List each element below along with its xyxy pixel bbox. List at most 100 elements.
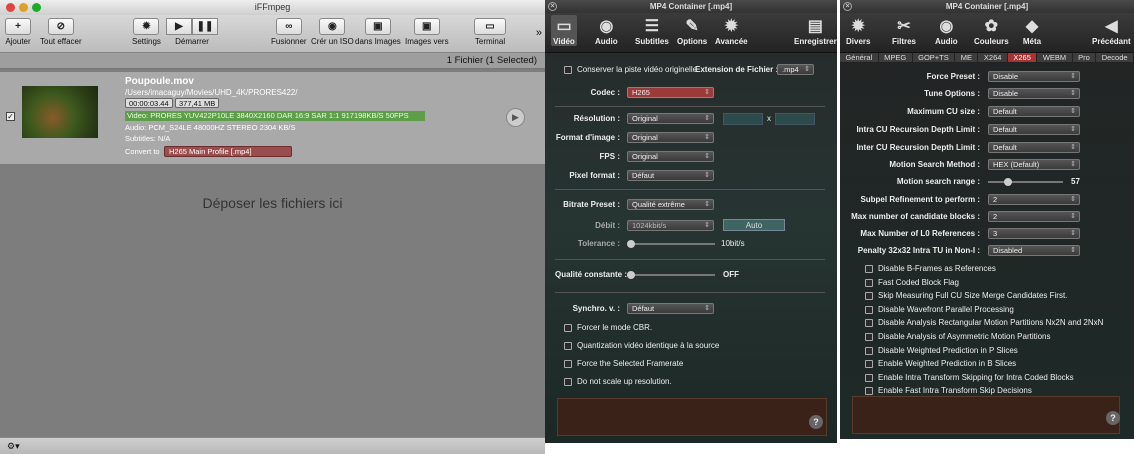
- x265-option-label: Fast Coded Block Flag: [878, 277, 959, 287]
- fps-select[interactable]: Original: [627, 151, 714, 162]
- sync-select[interactable]: Défaut: [627, 303, 714, 314]
- debit-select[interactable]: 1024kbit/s: [627, 220, 714, 231]
- x265-option-checkbox[interactable]: [865, 305, 873, 314]
- help-button[interactable]: ?: [1106, 411, 1120, 425]
- convert-to-select[interactable]: H265 Main Profile [.mp4]: [164, 146, 292, 157]
- no-upscale-checkbox[interactable]: [564, 378, 572, 386]
- zoom-window-button[interactable]: [32, 3, 41, 12]
- tab-colors[interactable]: ✿ Couleurs: [974, 15, 1009, 46]
- terminal-button[interactable]: ▭ Terminal: [474, 15, 506, 46]
- action-gear-button[interactable]: ⚙▾: [0, 437, 545, 454]
- x265-option-checkbox[interactable]: [865, 333, 873, 341]
- tab-audio-label: Audio: [935, 37, 958, 46]
- tab-misc[interactable]: ✹ Divers: [846, 15, 870, 46]
- x265-option-checkbox[interactable]: [865, 319, 873, 328]
- convert-to-label: Convert to: [125, 147, 160, 156]
- tab-meta[interactable]: ◆ Méta: [1021, 15, 1043, 46]
- bitrate-preset-select[interactable]: Qualité extrême: [627, 199, 714, 210]
- close-window-button[interactable]: [6, 3, 15, 12]
- codec-tab-bar: Général MPEG GOP+TS ME X264 X265 WEBM Pr…: [840, 53, 1134, 63]
- divider: [555, 259, 825, 260]
- tab-general[interactable]: Général: [840, 53, 879, 62]
- main-toolbar: + Ajouter ⊘ Tout effacer ✹ Settings ▶ ❚❚…: [0, 15, 545, 53]
- tab-audio[interactable]: ◉ Audio: [935, 15, 958, 46]
- codec-select[interactable]: H265: [627, 87, 714, 98]
- x265-option-checkbox[interactable]: [865, 346, 873, 355]
- subpel-select[interactable]: 2: [988, 194, 1080, 205]
- slider-knob[interactable]: [627, 271, 635, 279]
- previous-button[interactable]: ◀ Précédant: [1092, 15, 1131, 46]
- tab-subtitles[interactable]: ☰ Subtitles: [635, 15, 669, 46]
- minimize-window-button[interactable]: [19, 3, 28, 12]
- x265-option-checkbox[interactable]: [865, 387, 873, 396]
- merge-button[interactable]: ∞ Fusionner: [271, 15, 307, 46]
- penalty-intra-tu-select[interactable]: Disabled: [988, 245, 1080, 256]
- file-checkbox[interactable]: ✓: [6, 112, 15, 121]
- x265-option-checkbox[interactable]: [865, 373, 873, 382]
- tab-webm[interactable]: WEBM: [1037, 53, 1073, 62]
- clear-all-button[interactable]: ⊘ Tout effacer: [40, 15, 82, 46]
- force-framerate-checkbox[interactable]: [564, 360, 572, 368]
- slider-knob[interactable]: [1004, 178, 1012, 186]
- tab-filters[interactable]: ✂ Filtres: [892, 15, 916, 46]
- tab-video[interactable]: ▭ Vidéo: [551, 15, 577, 46]
- close-icon[interactable]: ×: [548, 2, 557, 11]
- same-quant-checkbox[interactable]: [564, 342, 572, 350]
- create-iso-button[interactable]: ◉ Crér un ISO: [311, 15, 354, 46]
- intra-cu-depth-select[interactable]: Default: [988, 124, 1080, 135]
- tab-me[interactable]: ME: [955, 53, 979, 62]
- add-button[interactable]: + Ajouter: [5, 15, 31, 46]
- max-l0-references-select[interactable]: 3: [988, 228, 1080, 239]
- force-preset-select[interactable]: Disable: [988, 71, 1080, 82]
- motion-search-method-select[interactable]: HEX (Default): [988, 159, 1080, 170]
- extension-select[interactable]: .mp4: [777, 64, 814, 75]
- toolbar-overflow-icon[interactable]: »: [536, 27, 542, 39]
- tab-filters-label: Filtres: [892, 37, 917, 46]
- pixel-format-select[interactable]: Défaut: [627, 170, 714, 181]
- gear-icon: ✹: [724, 18, 739, 35]
- file-row[interactable]: ✓ Poupoule.mov /Users/imacaguy/Movies/UH…: [0, 72, 545, 164]
- save-label: Enregistrer: [794, 37, 837, 46]
- help-button[interactable]: ?: [809, 415, 823, 429]
- resolution-height-input[interactable]: [775, 113, 815, 125]
- tab-x264[interactable]: X264: [978, 53, 1008, 62]
- tolerance-slider[interactable]: [627, 240, 715, 248]
- resolution-width-input[interactable]: [723, 113, 763, 125]
- in-images-button[interactable]: ▣ dans Images: [355, 15, 401, 46]
- images-to-button[interactable]: ▣ Images vers: [405, 15, 449, 46]
- format-select[interactable]: Original: [627, 132, 714, 143]
- info-area: [557, 398, 827, 436]
- tab-audio[interactable]: ◉ Audio: [595, 15, 618, 46]
- close-icon[interactable]: ×: [843, 2, 852, 11]
- max-candidate-blocks-select[interactable]: 2: [988, 211, 1080, 222]
- tab-options[interactable]: ✎ Options: [677, 15, 707, 46]
- extension-label: Extension de Fichier :: [695, 65, 779, 74]
- inter-cu-depth-select[interactable]: Default: [988, 142, 1080, 153]
- x265-option-checkbox[interactable]: [865, 360, 873, 369]
- tab-decode[interactable]: Decode: [1096, 53, 1134, 62]
- constant-quality-slider[interactable]: [627, 271, 715, 279]
- tab-gop-ts[interactable]: GOP+TS: [913, 53, 956, 62]
- settings-button[interactable]: ✹ Settings: [132, 15, 161, 46]
- play-file-button[interactable]: ▶: [506, 108, 525, 127]
- x265-option-checkbox[interactable]: [865, 265, 873, 273]
- tab-x265[interactable]: X265: [1007, 53, 1038, 62]
- tab-mpeg[interactable]: MPEG: [879, 53, 913, 62]
- force-cbr-checkbox[interactable]: [564, 324, 572, 332]
- motion-search-range-slider[interactable]: [988, 178, 1063, 186]
- keep-track-checkbox[interactable]: [564, 66, 572, 74]
- slider-knob[interactable]: [627, 240, 635, 248]
- auto-button[interactable]: Auto: [723, 219, 785, 231]
- drop-zone-text[interactable]: Déposer les fichiers ici: [0, 195, 545, 211]
- max-cu-size-select[interactable]: Default: [988, 106, 1080, 117]
- save-button[interactable]: ▤ Enregistrer: [794, 15, 837, 46]
- tune-options-select[interactable]: Disable: [988, 88, 1080, 99]
- resolution-select[interactable]: Original: [627, 113, 714, 124]
- tab-pro[interactable]: Pro: [1073, 53, 1097, 62]
- x265-option-checkbox[interactable]: [865, 278, 873, 287]
- play-icon[interactable]: ▶: [166, 18, 192, 35]
- tag-icon: ◆: [1025, 18, 1039, 35]
- x265-option-checkbox[interactable]: [865, 292, 873, 301]
- tab-advanced[interactable]: ✹ Avancée: [715, 15, 748, 46]
- pause-icon[interactable]: ❚❚: [192, 18, 218, 35]
